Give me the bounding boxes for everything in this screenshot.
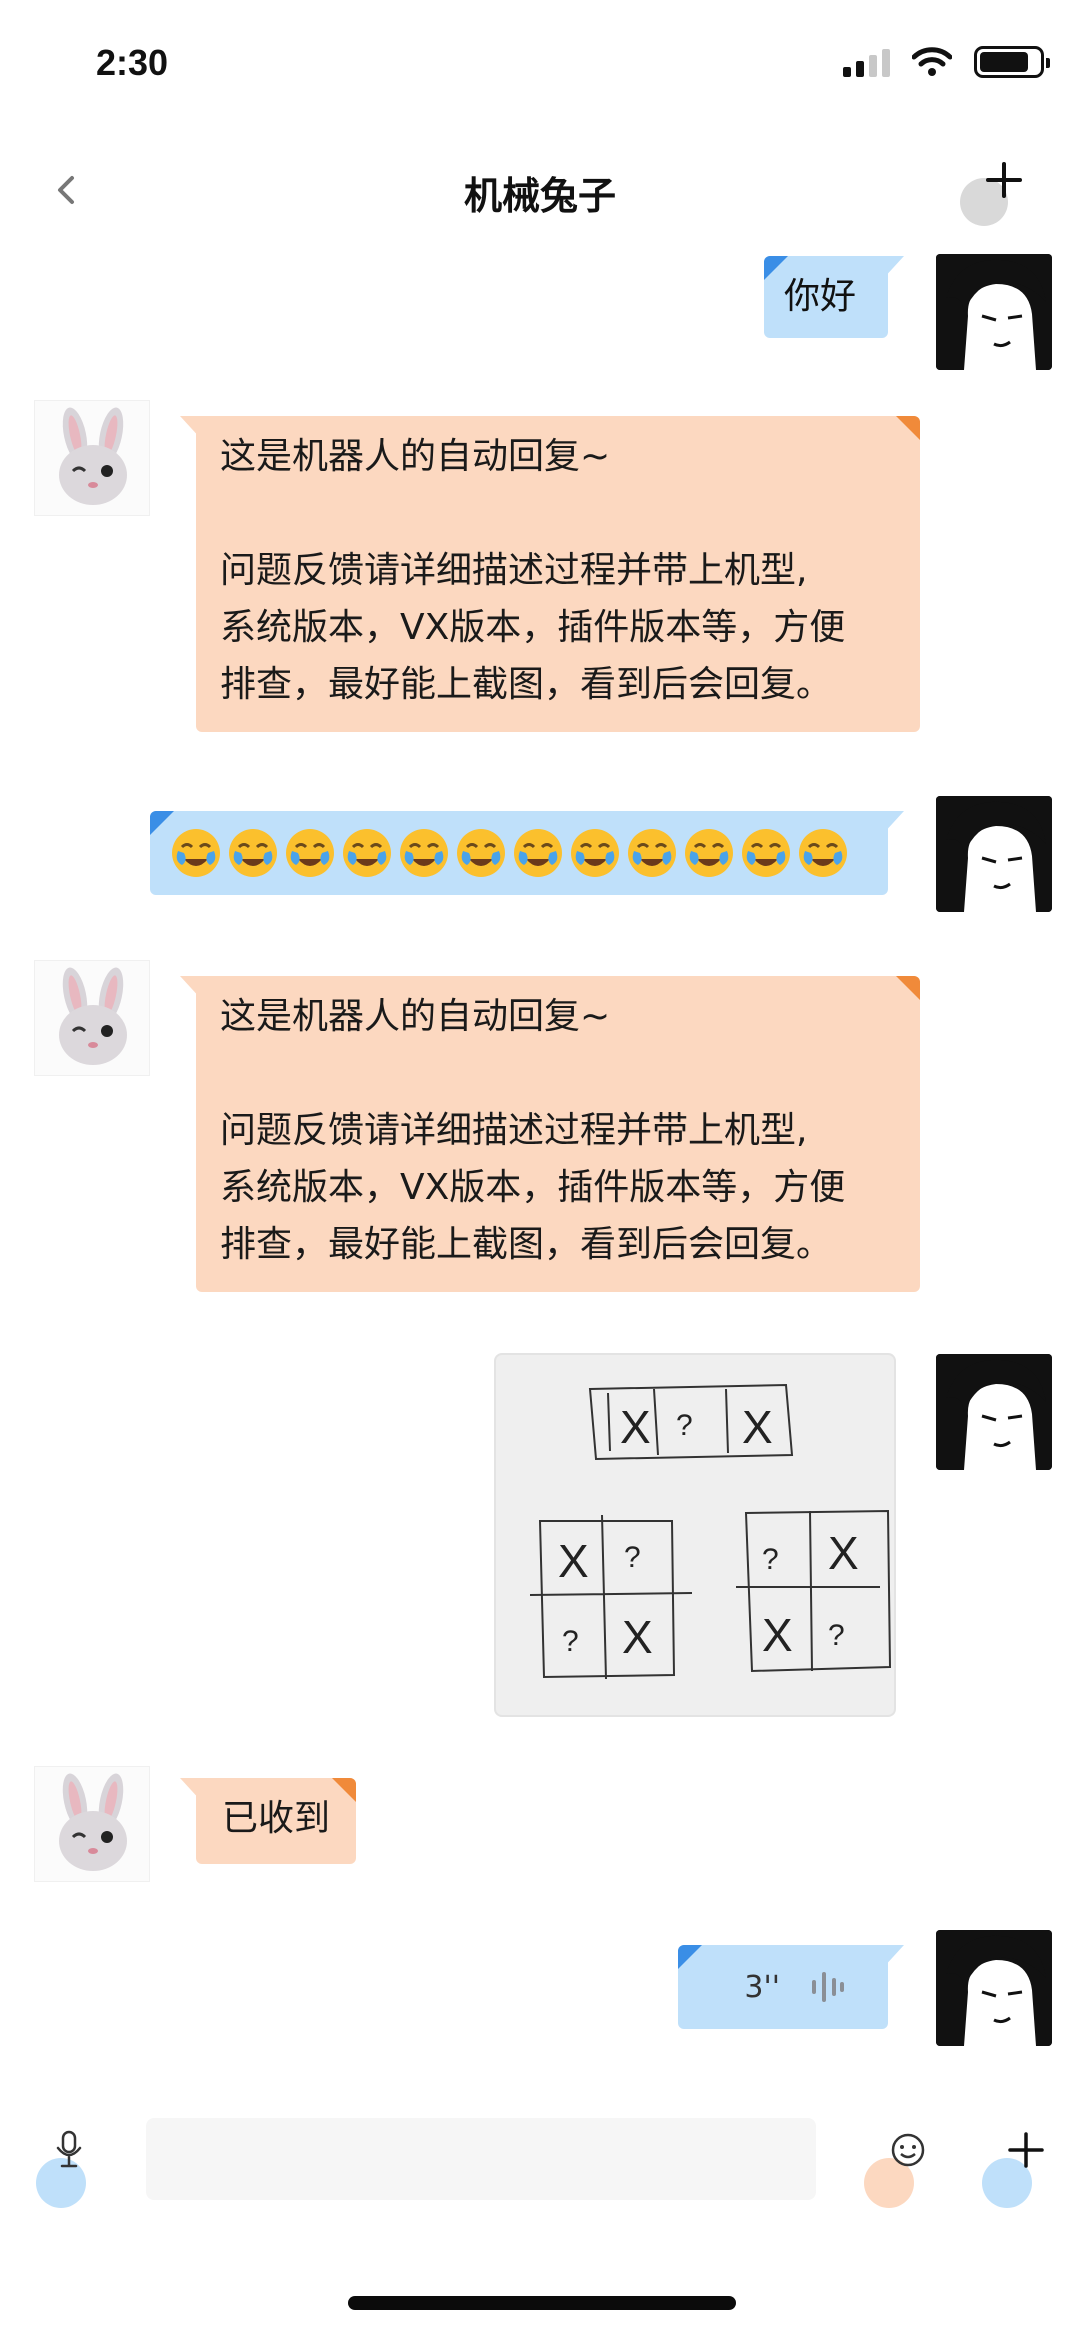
face-with-tears-icon	[628, 829, 676, 877]
plus-icon	[1008, 2132, 1044, 2168]
status-bar: 2:30	[0, 0, 1080, 130]
my-avatar-image	[936, 254, 1052, 370]
nav-bar: 机械兔子	[0, 140, 1080, 240]
message-text: 这是机器人的自动回复~ 问题反馈请详细描述过程并带上机型, 系统版本，VX版本，…	[220, 436, 846, 705]
rabbit-avatar-image	[59, 967, 127, 1065]
my-avatar[interactable]	[936, 796, 1052, 912]
face-with-tears-icon	[571, 829, 619, 877]
grid-mark: ?	[562, 1625, 579, 1658]
grid-mark: X	[762, 1609, 793, 1661]
my-avatar-image	[936, 1354, 1052, 1470]
my-message-bubble[interactable]: 你好	[764, 256, 888, 338]
grid-mark: X	[558, 1535, 589, 1587]
my-image-message[interactable]: X? X X?? X? X X?	[494, 1353, 896, 1717]
grid-mark: X	[828, 1527, 859, 1579]
message-input[interactable]	[146, 2118, 816, 2200]
grid-mark: ?	[676, 1409, 693, 1442]
plus-icon	[986, 162, 1022, 198]
grid-mark: ?	[624, 1541, 641, 1574]
face-with-tears-icon	[172, 829, 220, 877]
message-text: 这是机器人的自动回复~ 问题反馈请详细描述过程并带上机型, 系统版本，VX版本，…	[220, 996, 846, 1265]
my-emoji-bubble[interactable]	[150, 811, 888, 895]
battery-icon	[974, 46, 1050, 78]
status-time: 2:30	[96, 42, 169, 83]
bot-avatar[interactable]	[34, 1766, 150, 1882]
voice-duration: 3''	[744, 1969, 780, 2005]
input-bar	[0, 2100, 1080, 2240]
grid-mark: X	[620, 1401, 651, 1453]
smiley-icon	[891, 2133, 925, 2167]
my-avatar[interactable]	[936, 1354, 1052, 1470]
my-avatar-image	[936, 796, 1052, 912]
my-avatar-image	[936, 1930, 1052, 2046]
voice-input-button[interactable]	[36, 2128, 116, 2208]
more-button[interactable]	[960, 152, 1030, 226]
bot-message-bubble[interactable]: 这是机器人的自动回复~ 问题反馈请详细描述过程并带上机型, 系统版本，VX版本，…	[196, 976, 920, 1292]
bot-avatar[interactable]	[34, 400, 150, 516]
face-with-tears-icon	[286, 829, 334, 877]
cellular-signal-icon	[843, 47, 890, 77]
bot-message-bubble[interactable]: 已收到	[196, 1778, 356, 1864]
my-avatar[interactable]	[936, 254, 1052, 370]
face-with-tears-icon	[799, 829, 847, 877]
grid-mark: X	[742, 1401, 773, 1453]
home-indicator	[348, 2296, 736, 2310]
face-with-tears-icon	[400, 829, 448, 877]
message-text: 你好	[784, 276, 857, 317]
bot-avatar[interactable]	[34, 960, 150, 1076]
my-voice-message[interactable]: 3''	[678, 1945, 888, 2029]
rabbit-avatar-image	[59, 1773, 127, 1871]
emoji-button[interactable]	[864, 2128, 944, 2208]
emoji-row	[150, 811, 888, 895]
wifi-icon	[912, 47, 952, 76]
face-with-tears-icon	[514, 829, 562, 877]
my-avatar[interactable]	[936, 1930, 1052, 2046]
face-with-tears-icon	[229, 829, 277, 877]
hand-drawn-grid-icon: X? XX?? X? XX?	[529, 1383, 892, 1680]
face-with-tears-icon	[343, 829, 391, 877]
microphone-icon	[56, 2130, 82, 2168]
bot-message-bubble[interactable]: 这是机器人的自动回复~ 问题反馈请详细描述过程并带上机型, 系统版本，VX版本，…	[196, 416, 920, 732]
grid-mark: ?	[828, 1619, 845, 1652]
voice-wave-icon	[812, 1972, 844, 2002]
face-with-tears-icon	[457, 829, 505, 877]
message-text: 已收到	[222, 1798, 331, 1839]
more-input-button[interactable]	[982, 2128, 1062, 2208]
face-with-tears-icon	[685, 829, 733, 877]
grid-mark: ?	[762, 1543, 779, 1576]
rabbit-avatar-image	[59, 407, 127, 505]
status-icons	[843, 46, 1050, 78]
face-with-tears-icon	[742, 829, 790, 877]
chat-title: 机械兔子	[463, 174, 616, 218]
grid-mark: X	[622, 1611, 653, 1663]
